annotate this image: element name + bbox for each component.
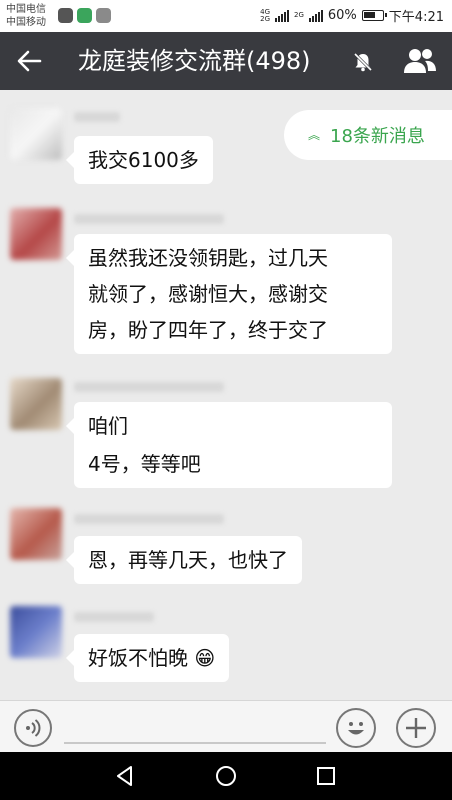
nav-recents-icon[interactable] xyxy=(314,764,338,788)
chat-area[interactable]: ︽ 18条新消息 我交6100多 虽然我还没领钥匙，过几天 就领了，感谢恒大，感… xyxy=(0,90,452,700)
sender-name-blurred xyxy=(74,214,224,224)
new-messages-badge[interactable]: ︽ 18条新消息 xyxy=(284,110,452,160)
play-store-icon xyxy=(77,8,92,23)
emoji-button[interactable] xyxy=(336,708,376,748)
message-text: 好饭不怕晚 xyxy=(88,646,188,670)
message-bubble[interactable]: 恩，再等几天，也快了 xyxy=(66,536,302,584)
carrier-1: 中国电信 xyxy=(6,4,46,15)
notification-icons xyxy=(58,8,111,23)
more-options-button[interactable] xyxy=(396,708,436,748)
message-text: 我交6100多 xyxy=(88,148,199,172)
title-bar: 龙庭装修交流群(498) xyxy=(0,32,452,90)
message-bubble[interactable]: 我交6100多 xyxy=(66,136,213,184)
app-icon xyxy=(96,8,111,23)
avatar[interactable] xyxy=(10,508,62,560)
nav-back-icon[interactable] xyxy=(113,764,137,788)
avatar[interactable] xyxy=(10,208,62,260)
voice-icon xyxy=(26,719,41,737)
avatar[interactable] xyxy=(10,606,62,658)
network-type-2: 2G xyxy=(294,11,304,19)
voice-input-button[interactable] xyxy=(14,709,52,747)
network-type-1: 4G 2G xyxy=(260,7,270,23)
nav-home-icon[interactable] xyxy=(214,764,238,788)
message-text: 4号，等等吧 xyxy=(88,451,201,476)
carrier-2: 中国移动 xyxy=(6,17,46,28)
message-line: 就领了，感谢恒大，感谢交 xyxy=(88,282,328,306)
status-bar: 中国电信 中国移动 4G 2G 2G 60% 下午4:21 xyxy=(0,0,452,32)
message-line: 房，盼了四年了，终于交了 xyxy=(88,318,328,342)
message-text: 咱们 xyxy=(88,414,128,438)
new-messages-label: 18条新消息 xyxy=(330,126,425,147)
avatar[interactable] xyxy=(10,378,62,430)
battery-icon xyxy=(361,10,387,21)
group-members-icon[interactable] xyxy=(403,47,437,75)
chat-title: 龙庭装修交流群(498) xyxy=(78,47,311,75)
avatar[interactable] xyxy=(10,108,62,160)
clock: 下午4:21 xyxy=(388,10,444,25)
double-chevron-up-icon: ︽ xyxy=(308,128,321,142)
signal-icon xyxy=(275,9,289,22)
battery-percent: 60% xyxy=(327,8,357,23)
message-bubble[interactable]: 咱们 4号，等等吧 xyxy=(66,402,392,488)
status-right: 4G 2G 2G 60% 下午4:21 xyxy=(260,6,444,25)
message-input[interactable] xyxy=(64,742,326,744)
sender-name-blurred xyxy=(74,112,120,122)
camera-icon xyxy=(58,8,73,23)
input-bar xyxy=(0,700,452,752)
signal-icon xyxy=(308,9,323,22)
smiley-icon xyxy=(348,722,364,735)
sender-name-blurred xyxy=(74,514,224,524)
plus-icon xyxy=(406,718,426,738)
message-bubble[interactable]: 好饭不怕晚 😁 xyxy=(65,634,230,682)
sender-name-blurred xyxy=(74,382,224,392)
sender-name-blurred xyxy=(74,612,154,622)
message-bubble[interactable]: 虽然我还没领钥匙，过几天 就领了，感谢恒大，感谢交 房，盼了四年了，终于交了 xyxy=(66,234,392,354)
message-text: 恩，再等几天，也快了 xyxy=(88,548,288,572)
message-line: 虽然我还没领钥匙，过几天 xyxy=(88,246,328,270)
bell-off-icon xyxy=(353,52,373,72)
carrier-info: 中国电信 中国移动 xyxy=(6,3,46,29)
grinning-emoji-icon: 😁 xyxy=(194,646,216,670)
back-arrow-icon[interactable] xyxy=(14,46,44,76)
navigation-bar xyxy=(0,752,452,800)
